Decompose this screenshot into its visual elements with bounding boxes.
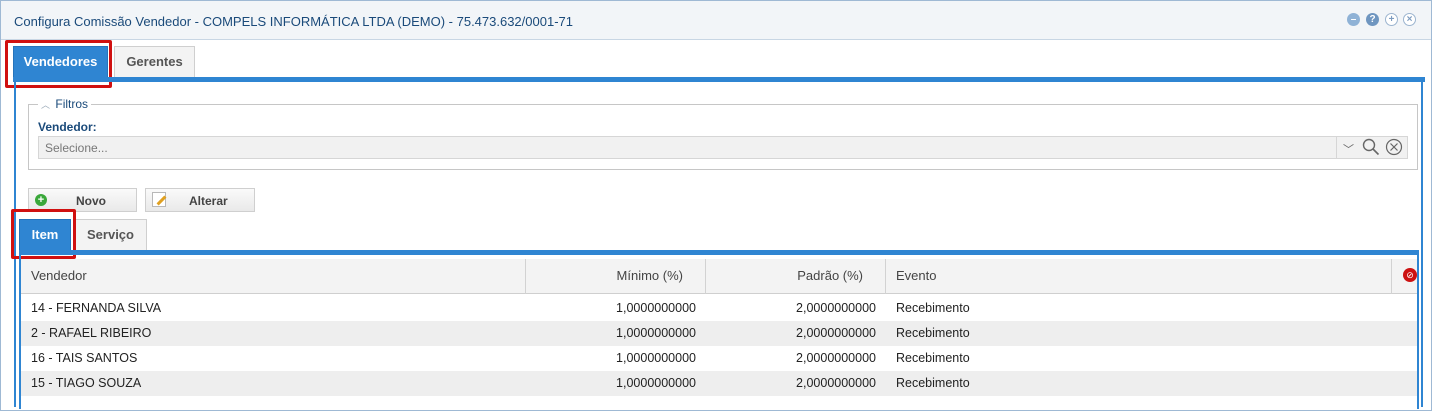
tab-vendedores-label: Vendedores: [23, 54, 98, 69]
cell-vendedor: 2 - RAFAEL RIBEIRO: [31, 326, 152, 340]
cell-evento: Recebimento: [896, 326, 970, 340]
col-header-vendedor-label: Vendedor: [31, 268, 87, 283]
vendedor-placeholder: Selecione...: [45, 141, 108, 155]
cell-minimo: 1,0000000000: [616, 376, 696, 390]
tab-servico[interactable]: Serviço: [74, 219, 147, 250]
table-row[interactable]: 16 - TAIS SANTOS 1,0000000000 2,00000000…: [21, 346, 1417, 371]
cell-vendedor: 16 - TAIS SANTOS: [31, 351, 138, 365]
tab-item-label: Item: [31, 227, 59, 242]
help-icon[interactable]: ?: [1366, 13, 1379, 26]
new-button[interactable]: + Novo: [28, 188, 137, 212]
col-header-minimo[interactable]: Mínimo (%): [526, 259, 706, 294]
window-title: Configura Comissão Vendedor - COMPELS IN…: [14, 14, 573, 29]
clear-icon[interactable]: [1385, 138, 1403, 159]
edit-button-label: Alterar: [189, 194, 228, 208]
table-row[interactable]: 2 - RAFAEL RIBEIRO 1,0000000000 2,000000…: [21, 321, 1417, 346]
tab-gerentes-label: Gerentes: [126, 54, 183, 69]
tab-servico-label: Serviço: [87, 227, 134, 242]
minimize-icon[interactable]: –: [1347, 13, 1360, 26]
close-icon[interactable]: ×: [1403, 13, 1416, 26]
search-icon[interactable]: [1362, 138, 1380, 159]
cell-vendedor: 15 - TIAGO SOUZA: [31, 376, 142, 390]
col-header-padrao[interactable]: Padrão (%): [706, 259, 886, 294]
cell-padrao: 2,0000000000: [796, 326, 876, 340]
tab-gerentes[interactable]: Gerentes: [114, 46, 195, 77]
cell-minimo: 1,0000000000: [616, 351, 696, 365]
col-header-evento-label: Evento: [896, 268, 937, 283]
edit-button[interactable]: Alterar: [145, 188, 255, 212]
tab-item[interactable]: Item: [19, 219, 71, 251]
collapse-chevron-icon[interactable]: ︿: [41, 100, 50, 110]
title-bar: Configura Comissão Vendedor - COMPELS IN…: [1, 1, 1431, 40]
cell-padrao: 2,0000000000: [796, 376, 876, 390]
filters-legend-label: Filtros: [55, 97, 89, 111]
cell-evento: Recebimento: [896, 351, 970, 365]
cell-padrao: 2,0000000000: [796, 351, 876, 365]
grid-options-icon[interactable]: ⊘: [1403, 268, 1417, 282]
tab-vendedores[interactable]: Vendedores: [13, 46, 108, 78]
edit-icon: [152, 192, 166, 207]
filters-legend[interactable]: ︿ Filtros: [38, 97, 92, 111]
chevron-down-icon[interactable]: ﹀: [1343, 141, 1354, 157]
cell-minimo: 1,0000000000: [616, 326, 696, 340]
grid-header: Vendedor Mínimo (%) Padrão (%) Evento: [21, 259, 1417, 294]
maximize-icon[interactable]: +: [1385, 13, 1398, 26]
col-header-padrao-label: Padrão (%): [797, 268, 863, 283]
vendedor-label: Vendedor:: [38, 120, 97, 134]
cell-evento: Recebimento: [896, 376, 970, 390]
select-actions: ﹀: [1336, 137, 1407, 158]
cell-evento: Recebimento: [896, 301, 970, 315]
cell-padrao: 2,0000000000: [796, 301, 876, 315]
cell-vendedor: 14 - FERNANDA SILVA: [31, 301, 162, 315]
table-row[interactable]: 15 - TIAGO SOUZA 1,0000000000 2,00000000…: [21, 371, 1417, 396]
add-icon: +: [35, 194, 47, 206]
new-button-label: Novo: [76, 194, 106, 208]
col-header-vendedor[interactable]: Vendedor: [21, 259, 526, 294]
col-header-minimo-label: Mínimo (%): [616, 268, 683, 283]
cell-minimo: 1,0000000000: [616, 301, 696, 315]
table-row[interactable]: 14 - FERNANDA SILVA 1,0000000000 2,00000…: [21, 296, 1417, 321]
col-header-evento[interactable]: Evento: [886, 259, 1392, 294]
vendedor-select[interactable]: Selecione... ﹀: [38, 136, 1408, 159]
